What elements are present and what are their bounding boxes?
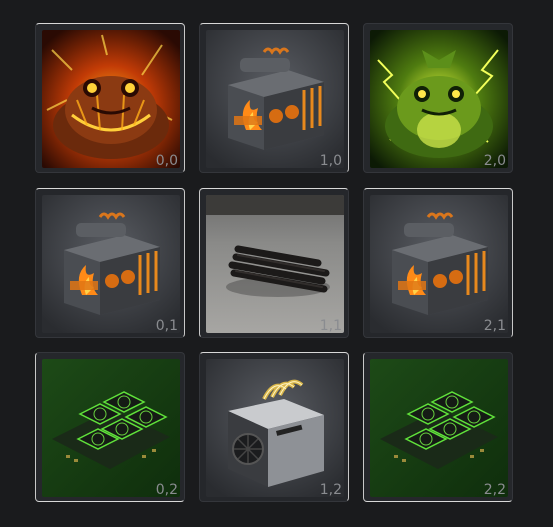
slot-1-1[interactable]: 1,1 (199, 188, 349, 338)
inventory-grid: 0,0 1,0 2,0 0,1 1,1 2,1 0,2 1,2 2,2 (0, 0, 553, 527)
slot-coordinate: 0,1 (155, 318, 178, 334)
gpu-rig-image (42, 359, 180, 497)
slot-coordinate: 1,2 (319, 482, 342, 498)
campfire-crate-image (42, 195, 180, 333)
slot-coordinate: 0,2 (155, 482, 178, 498)
slot-coordinate: 2,2 (483, 482, 506, 498)
slot-2-0[interactable]: 2,0 (363, 23, 513, 173)
slot-0-1[interactable]: 0,1 (35, 188, 185, 338)
slot-coordinate: 1,1 (319, 318, 342, 334)
fire-toad-image (42, 30, 180, 168)
slot-1-0[interactable]: 1,0 (199, 23, 349, 173)
charcoal-logs-image (206, 195, 344, 333)
slot-0-0[interactable]: 0,0 (35, 23, 185, 173)
slot-coordinate: 2,1 (483, 318, 506, 334)
slot-coordinate: 0,0 (155, 153, 178, 169)
campfire-crate-image (370, 195, 508, 333)
slot-coordinate: 2,0 (483, 153, 506, 169)
slot-2-2[interactable]: 2,2 (363, 352, 513, 502)
slot-coordinate: 1,0 (319, 153, 342, 169)
asic-miner-image (206, 359, 344, 497)
electric-toad-image (370, 30, 508, 168)
campfire-crate-image (206, 30, 344, 168)
gpu-rig-image (370, 359, 508, 497)
slot-1-2[interactable]: 1,2 (199, 352, 349, 502)
slot-0-2[interactable]: 0,2 (35, 352, 185, 502)
slot-2-1[interactable]: 2,1 (363, 188, 513, 338)
